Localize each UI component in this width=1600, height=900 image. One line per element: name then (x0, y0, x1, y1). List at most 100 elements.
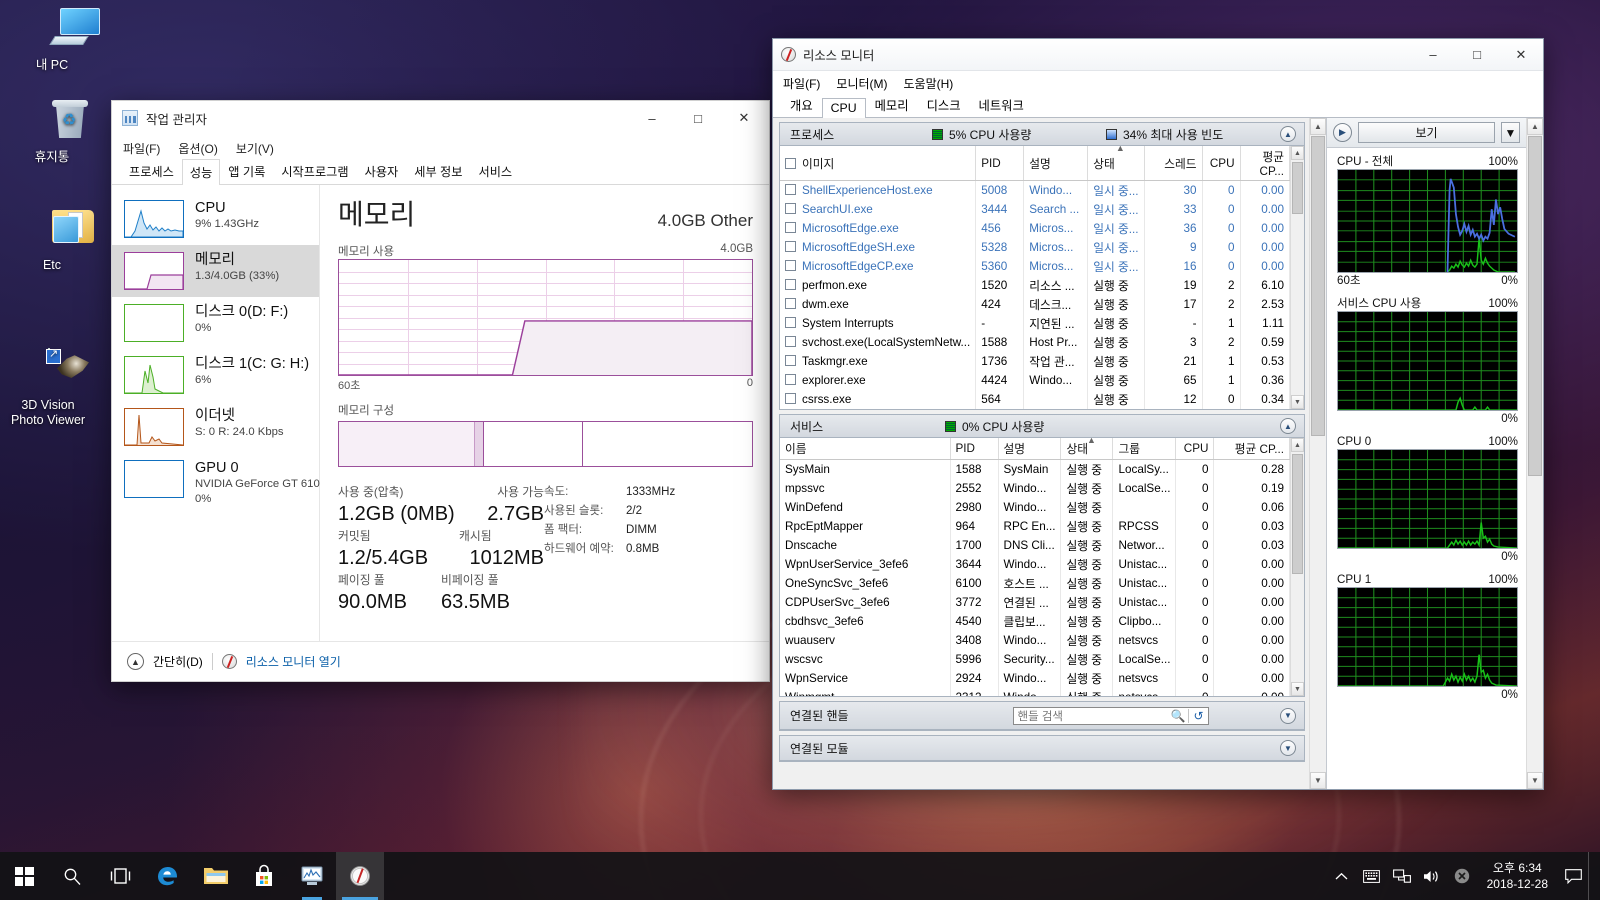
col-description[interactable]: 설명 (998, 438, 1062, 460)
col-group[interactable]: 그룹 (1112, 438, 1177, 460)
col-cpu[interactable]: CPU (1175, 438, 1215, 460)
scroll-thumb[interactable] (1292, 162, 1303, 214)
refresh-icon[interactable]: ↺ (1188, 708, 1207, 723)
resource-item-ethernet[interactable]: 이더넷 S: 0 R: 24.0 Kbps (112, 401, 319, 453)
maximize-button[interactable]: □ (1455, 40, 1499, 70)
table-row[interactable]: OneSyncSvc_3efe6 6100 호스트 ... 실행 중 Unistac..… (780, 574, 1290, 593)
minimize-button[interactable]: – (629, 102, 675, 134)
table-row[interactable]: RpcEptMapper 964 RPC En... 실행 중 RPCSS 0 0.03 (780, 517, 1290, 536)
col-image[interactable]: 이미지 (780, 146, 977, 181)
col-threads[interactable]: 스레드 (1144, 146, 1203, 181)
table-row[interactable]: Winmgmt2312Windo...실행 중netsvcs00.00 (780, 688, 1290, 696)
scroll-down-icon[interactable]: ▼ (1527, 772, 1543, 789)
handles-panel-header[interactable]: 연결된 핸들 핸들 검색 🔍 ↺ ▼ (780, 702, 1304, 730)
graph-sidebar-toolbar[interactable]: ▶ 보기 ▼ (1327, 118, 1526, 148)
cell-image[interactable]: perfmon.exe (780, 276, 977, 295)
view-dropdown-button[interactable]: ▼ (1501, 122, 1520, 143)
edge-button[interactable] (144, 852, 192, 900)
task-manager-button[interactable] (288, 852, 336, 900)
col-status[interactable]: ▲ 상태 (1087, 146, 1145, 181)
network-button[interactable] (1387, 852, 1417, 900)
col-average-cpu[interactable]: 평균 CP... (1213, 438, 1290, 460)
row-checkbox[interactable] (785, 317, 796, 328)
collapse-processes-button[interactable]: ▲ (1280, 126, 1296, 142)
chevron-up-icon[interactable]: ▲ (127, 653, 144, 670)
row-checkbox[interactable] (785, 260, 796, 271)
resource-item-memory[interactable]: 메모리 1.3/4.0GB (33%) (112, 245, 319, 297)
resource-monitor-window[interactable]: 리소스 모니터 – □ ✕ 파일(F) 모니터(M) 도움말(H) 개요 CPU… (772, 38, 1544, 790)
scroll-up-icon[interactable]: ▲ (1291, 146, 1304, 160)
open-resource-monitor-link[interactable]: 리소스 모니터 열기 (246, 653, 341, 670)
start-button[interactable] (0, 852, 48, 900)
resource-monitor-button[interactable] (336, 852, 384, 900)
table-row[interactable]: SearchUI.exe 3444 Search ... 일시 중... 33 0 0.00 (780, 200, 1291, 219)
scroll-thumb[interactable] (1292, 454, 1303, 574)
resource-monitor-titlebar[interactable]: 리소스 모니터 – □ ✕ (773, 39, 1543, 71)
tab-startup[interactable]: 시작프로그램 (273, 158, 356, 184)
menu-file[interactable]: 파일(F) (783, 75, 820, 92)
scroll-down-icon[interactable]: ▼ (1291, 395, 1304, 409)
resource-list[interactable]: CPU 9% 1.43GHz 메모리 1.3/4.0GB (33%) 디스크 0… (112, 185, 320, 641)
row-checkbox[interactable] (785, 241, 796, 252)
view-button[interactable]: 보기 (1358, 122, 1495, 143)
menu-view[interactable]: 보기(V) (236, 140, 274, 157)
show-hidden-icons-button[interactable] (1327, 852, 1357, 900)
close-button[interactable]: ✕ (1499, 40, 1543, 70)
resource-item-disk-1[interactable]: 디스크 1(C: G: H:) 6% (112, 349, 319, 401)
processes-scrollbar[interactable]: ▲ ▼ (1290, 146, 1304, 409)
tab-app-history[interactable]: 앱 기록 (220, 158, 273, 184)
table-row[interactable]: MicrosoftEdgeSH.exe 5328 Micros... 일시 중... 9… (780, 238, 1291, 257)
collapse-services-button[interactable]: ▲ (1280, 418, 1296, 434)
task-manager-tabs[interactable]: 프로세스 성능 앱 기록 시작프로그램 사용자 세부 정보 서비스 (112, 158, 769, 185)
task-view-button[interactable] (96, 852, 144, 900)
menu-monitor[interactable]: 모니터(M) (836, 75, 887, 92)
main-scrollbar[interactable]: ▲ ▼ (1309, 118, 1326, 789)
table-row[interactable]: MicrosoftEdgeCP.exe 5360 Micros... 일시 중... 1… (780, 257, 1291, 276)
tab-overview[interactable]: 개요 (781, 93, 822, 117)
table-row[interactable]: wscsvc 5996 Security... 실행 중 LocalSe... 0 0.00 (780, 650, 1290, 669)
table-row[interactable]: wuauserv 3408 Windo... 실행 중 netsvcs 0 0.00 (780, 631, 1290, 650)
minimize-button[interactable]: – (1411, 40, 1455, 70)
touch-keyboard-button[interactable] (1357, 852, 1387, 900)
row-checkbox[interactable] (785, 222, 796, 233)
search-button[interactable] (48, 852, 96, 900)
row-checkbox[interactable] (785, 279, 796, 290)
desktop-icon-etc[interactable]: Etc (4, 208, 100, 273)
col-pid[interactable]: PID (975, 146, 1025, 181)
resource-item-disk-0[interactable]: 디스크 0(D: F:) 0% (112, 297, 319, 349)
cell-image[interactable]: SearchUI.exe (780, 200, 977, 219)
cell-image[interactable]: explorer.exe (780, 371, 977, 390)
table-row[interactable]: ShellExperienceHost.exe 5008 Windo... 일시 중.… (780, 180, 1291, 200)
tab-memory[interactable]: 메모리 (866, 93, 918, 117)
modules-panel-header[interactable]: 연결된 모듈 ▼ (780, 736, 1304, 761)
handle-search-input[interactable]: 핸들 검색 (1018, 708, 1168, 724)
file-explorer-button[interactable] (192, 852, 240, 900)
row-checkbox[interactable] (785, 184, 796, 195)
processes-panel-header[interactable]: 프로세스 5% CPU 사용량 34% 최대 사용 빈도 ▲ (780, 123, 1304, 146)
resource-monitor-tabs[interactable]: 개요 CPU 메모리 디스크 네트워크 (773, 96, 1543, 118)
handle-search-box[interactable]: 핸들 검색 🔍 ↺ (1012, 706, 1209, 725)
resource-item-cpu[interactable]: CPU 9% 1.43GHz (112, 193, 319, 245)
cell-image[interactable]: svchost.exe(LocalSystemNetw... (780, 333, 977, 352)
table-row[interactable]: System Interrupts - 지연된 ... 실행 중 -1 1.11 (780, 314, 1291, 333)
desktop-icon-my-pc[interactable]: 내 PC (4, 8, 100, 73)
menu-options[interactable]: 옵션(O) (178, 140, 217, 157)
table-row[interactable]: MicrosoftEdge.exe 456 Micros... 일시 중... 36 0 0… (780, 219, 1291, 238)
scroll-thumb[interactable] (1311, 136, 1325, 436)
table-row[interactable]: svchost.exe(LocalSystemNetw... 1588 Host P… (780, 333, 1291, 352)
menu-help[interactable]: 도움말(H) (904, 75, 954, 92)
services-table-wrap[interactable]: 이름 PID 설명 ▲ 상태 그룹 CPU 평균 CP... SysMain 158… (780, 438, 1304, 696)
row-checkbox[interactable] (785, 374, 796, 385)
cell-image[interactable]: csrss.exe (780, 390, 977, 409)
resource-item-gpu-0[interactable]: GPU 0 NVIDIA GeForce GT 610 0% (112, 453, 320, 514)
table-row[interactable]: perfmon.exe 1520 리소스 ... 실행 중 19 2 6.10 (780, 276, 1291, 295)
task-manager-titlebar[interactable]: 작업 관리자 – □ ✕ (112, 101, 769, 135)
menu-file[interactable]: 파일(F) (123, 140, 160, 157)
scroll-up-icon[interactable]: ▲ (1291, 438, 1304, 452)
table-row[interactable]: mpssvc 2552 Windo... 실행 중 LocalSe... 0 0.19 (780, 479, 1290, 498)
tab-performance[interactable]: 성능 (181, 159, 221, 185)
cell-image[interactable]: MicrosoftEdgeSH.exe (780, 238, 977, 257)
processes-table-wrap[interactable]: 이미지 PID 설명 ▲ 상태 스레드 CPU 평균 CP... ShellExp… (780, 146, 1304, 409)
scroll-up-icon[interactable]: ▲ (1527, 118, 1543, 135)
table-row[interactable]: SysMain 1588 SysMain 실행 중 LocalSy... 0 0.28 (780, 459, 1290, 479)
